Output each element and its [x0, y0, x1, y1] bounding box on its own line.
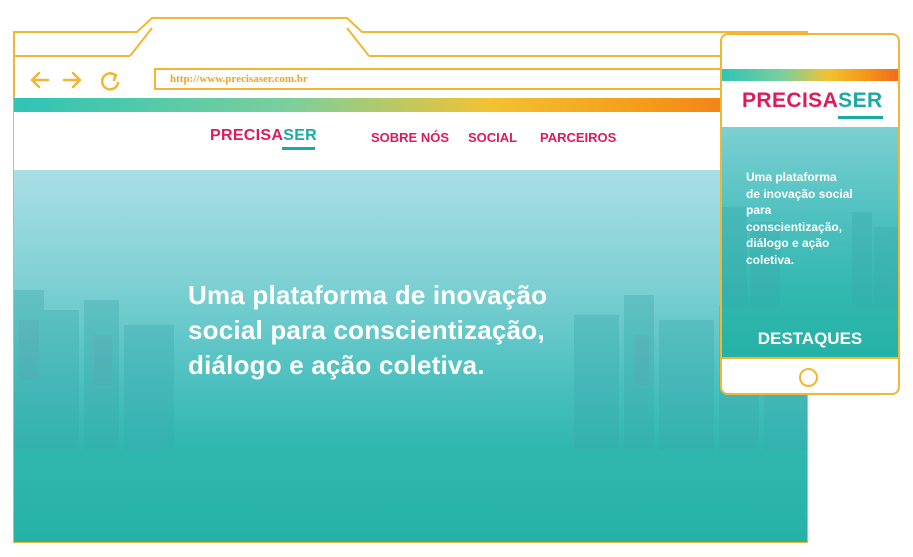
mobile-hero-headline: Uma plataforma de inovação social para c…: [746, 169, 886, 268]
top-gradient-bar: [14, 98, 807, 112]
phone-bezel-divider: [722, 357, 898, 359]
logo-part-precisa: PRECISA: [210, 127, 284, 144]
hero-section: Uma plataforma de inovação social para c…: [14, 170, 807, 542]
mobile-site-logo[interactable]: PRECISASER: [742, 89, 883, 119]
desktop-browser-mockup: http://www.precisaser.com.br PRECISASER …: [12, 16, 809, 544]
mobile-hero-line: conscientização,: [746, 219, 843, 234]
logo-part-precisa: PRECISA: [742, 89, 839, 112]
nav-item-sobre-nos[interactable]: SOBRE NÓS: [371, 130, 449, 145]
logo-underline: [282, 147, 315, 150]
logo-part-ser: SER: [283, 127, 318, 144]
hero-line: Uma plataforma de inovação: [188, 280, 548, 310]
url-text: http://www.precisaser.com.br: [170, 73, 308, 85]
address-bar[interactable]: http://www.precisaser.com.br: [154, 68, 726, 90]
navigation-controls: [30, 71, 120, 91]
reload-icon[interactable]: [100, 71, 120, 91]
site-header: PRECISASER SOBRE NÓS SOCIAL PARCEIROS: [14, 112, 807, 170]
nav-item-parceiros[interactable]: PARCEIROS: [540, 130, 616, 145]
forward-arrow-icon[interactable]: [62, 71, 82, 89]
mobile-gradient-bar: [722, 69, 898, 81]
hero-line: social para conscientização,: [188, 315, 545, 345]
hero-headline: Uma plataforma de inovação social para c…: [188, 278, 608, 383]
mobile-hero-line: coletiva.: [746, 252, 795, 267]
mobile-hero-line: para: [746, 203, 772, 217]
site-logo[interactable]: PRECISASER: [210, 127, 318, 150]
mobile-phone-mockup: PRECISASER Uma plataforma de inovação so…: [720, 33, 900, 395]
back-arrow-icon[interactable]: [30, 71, 50, 89]
nav-item-social[interactable]: SOCIAL: [468, 130, 517, 145]
mobile-hero-section: Uma plataforma de inovação social para c…: [722, 127, 898, 357]
hero-line: diálogo e ação coletiva.: [188, 350, 485, 380]
mobile-hero-line: de inovação social: [746, 186, 853, 201]
logo-part-ser: SER: [838, 89, 883, 112]
logo-underline: [838, 116, 883, 119]
home-button-icon[interactable]: [799, 368, 818, 387]
mobile-hero-line: Uma plataforma: [746, 170, 837, 184]
destaques-heading: DESTAQUES: [757, 329, 863, 348]
mobile-hero-line: diálogo e ação: [746, 236, 830, 250]
